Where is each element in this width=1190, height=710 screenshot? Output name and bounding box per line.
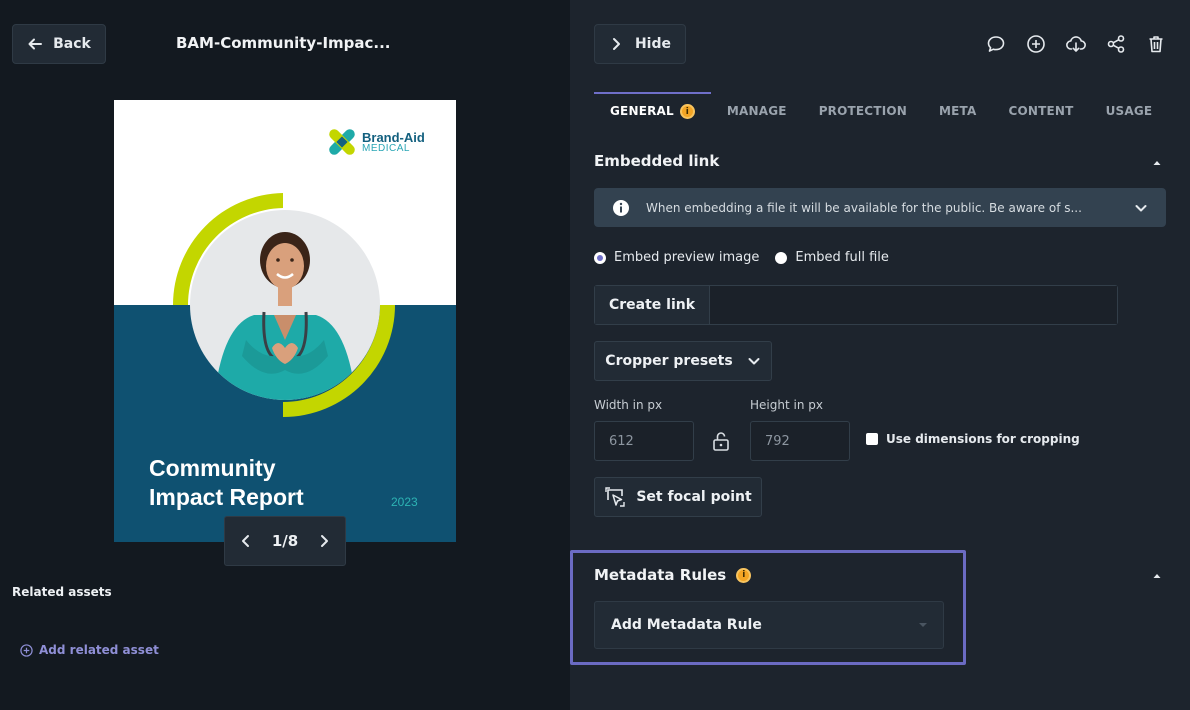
- unlock-icon[interactable]: [711, 430, 731, 452]
- trash-icon[interactable]: [1146, 34, 1166, 54]
- add-related-asset-link[interactable]: Add related asset: [20, 643, 159, 657]
- document-preview: Brand-Aid MEDICAL Community Impact Repor…: [114, 100, 456, 542]
- set-focal-point-button[interactable]: Set focal point: [594, 477, 762, 517]
- embedded-link-title: Embedded link: [594, 152, 720, 170]
- radio-embed-full-label: Embed full file: [795, 250, 889, 265]
- radio-embed-preview-label: Embed preview image: [614, 250, 760, 265]
- page-indicator: 1/8: [271, 532, 299, 550]
- add-related-asset-label: Add related asset: [39, 643, 159, 657]
- brand-logo: Brand-Aid MEDICAL: [328, 128, 425, 156]
- add-metadata-rule-dropdown[interactable]: Add Metadata Rule: [594, 601, 944, 649]
- embed-notice-text: When embedding a file it will be availab…: [646, 200, 1082, 215]
- comment-icon[interactable]: [986, 34, 1006, 54]
- create-link-row: Create link: [594, 285, 1118, 325]
- chevron-right-icon[interactable]: [317, 534, 331, 548]
- use-dimensions-label: Use dimensions for cropping: [886, 432, 1080, 446]
- tab-protection[interactable]: PROTECTION: [803, 92, 923, 132]
- file-title: BAM-Community-Impac...: [176, 34, 391, 52]
- asset-toolbar: [986, 34, 1166, 54]
- radio-embed-preview[interactable]: Embed preview image: [594, 250, 759, 265]
- dropdown-triangle-icon: [919, 623, 927, 627]
- add-metadata-rule-label: Add Metadata Rule: [611, 617, 762, 633]
- collapse-up-icon[interactable]: [1152, 571, 1162, 581]
- collapse-up-icon[interactable]: [1152, 158, 1162, 168]
- width-label: Width in px: [594, 398, 663, 412]
- embed-notice[interactable]: When embedding a file it will be availab…: [594, 188, 1166, 227]
- related-assets-label: Related assets: [12, 585, 112, 599]
- tab-content[interactable]: CONTENT: [993, 92, 1090, 132]
- embed-type-options: Embed preview image Embed full file: [594, 250, 889, 265]
- back-button[interactable]: Back: [12, 24, 106, 64]
- page-navigator: 1/8: [224, 516, 346, 566]
- hide-panel-button[interactable]: Hide: [594, 24, 686, 64]
- cropper-presets-dropdown[interactable]: Cropper presets: [594, 341, 772, 381]
- bandage-logo-icon: [329, 129, 355, 155]
- radio-selected-icon: [594, 251, 606, 264]
- cover-title-line2: Impact Report: [149, 484, 304, 510]
- add-circle-icon[interactable]: [1026, 34, 1046, 54]
- tab-meta[interactable]: META: [923, 92, 992, 132]
- focal-point-icon: [605, 487, 626, 507]
- height-input[interactable]: [750, 421, 850, 461]
- logo-line2: MEDICAL: [362, 142, 410, 154]
- asset-preview-panel: Back BAM-Community-Impac... Brand-Aid ME…: [0, 0, 570, 710]
- chevron-down-icon[interactable]: [1134, 201, 1148, 215]
- cropper-presets-label: Cropper presets: [605, 353, 733, 369]
- plus-circle-icon: [20, 643, 33, 657]
- chevron-left-icon[interactable]: [239, 534, 253, 548]
- cover-title-line1: Community: [149, 455, 276, 481]
- radio-unselected-icon: [775, 251, 788, 264]
- arrow-left-icon: [28, 38, 43, 50]
- tab-general[interactable]: GENERAL i: [594, 92, 711, 132]
- cloud-download-icon[interactable]: [1066, 34, 1086, 54]
- hide-label: Hide: [634, 36, 672, 52]
- info-icon: [613, 199, 629, 216]
- cover-year: 2023: [391, 495, 418, 509]
- tab-manage[interactable]: MANAGE: [711, 92, 803, 132]
- set-focal-point-label: Set focal point: [636, 489, 752, 505]
- details-panel: Hide GENERAL i MANAGE PROTECTION META CO…: [570, 0, 1190, 710]
- share-icon[interactable]: [1106, 34, 1126, 54]
- cover-title: Community Impact Report: [149, 454, 304, 512]
- info-badge-icon: i: [736, 567, 752, 583]
- metadata-rules-title: Metadata Rules: [594, 566, 727, 584]
- height-label: Height in px: [750, 398, 823, 412]
- tab-general-label: GENERAL: [610, 104, 674, 118]
- back-label: Back: [53, 36, 91, 52]
- width-input[interactable]: [594, 421, 694, 461]
- embed-link-field[interactable]: [710, 286, 1117, 324]
- detail-tabs: GENERAL i MANAGE PROTECTION META CONTENT…: [594, 92, 1168, 132]
- create-link-button[interactable]: Create link: [595, 286, 710, 324]
- info-badge-icon: i: [679, 104, 695, 119]
- tab-usage[interactable]: USAGE: [1090, 92, 1169, 132]
- use-dimensions-checkbox[interactable]: Use dimensions for cropping: [866, 432, 1080, 446]
- radio-embed-full[interactable]: Embed full file: [775, 250, 889, 265]
- checkbox-icon: [866, 433, 878, 445]
- chevron-down-icon: [748, 358, 760, 365]
- chevron-right-icon: [612, 38, 620, 50]
- logo-line1: Brand-Aid: [362, 129, 425, 145]
- metadata-rules-header: Metadata Rules i: [594, 566, 752, 584]
